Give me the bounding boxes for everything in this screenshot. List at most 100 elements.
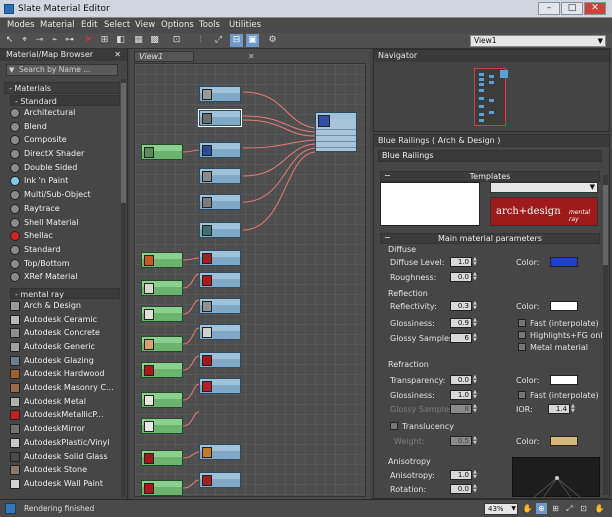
browser-item[interactable]: Architectural [4,106,120,120]
browser-item[interactable]: Autodesk Solid Glass [4,450,120,464]
spinner-arrows-icon[interactable]: ▲ ▼ [473,318,479,328]
material-node[interactable] [199,298,241,314]
layout-all-icon[interactable]: ⤢ [212,34,225,47]
map-node[interactable] [141,480,183,496]
show-background-icon[interactable]: ▦ [132,34,145,47]
menu-select[interactable]: Select [104,20,130,30]
browser-item[interactable]: Autodesk Masonry C... [4,381,120,395]
move-children-icon[interactable]: ⊞ [98,34,111,47]
select-by-material-icon[interactable]: ⚙ [266,34,279,47]
zoom-icon[interactable]: ⊕ [536,503,547,514]
material-node[interactable] [199,352,241,368]
layout-icon[interactable]: ⊡ [170,34,183,47]
refl-samples-spinner[interactable]: 6 [450,333,472,343]
browser-item[interactable]: XRef Material [4,270,120,284]
translucency-checkbox[interactable] [390,422,398,430]
browser-item[interactable]: Autodesk Hardwood [4,367,120,381]
show-map-icon[interactable]: ◧ [114,34,127,47]
browser-item[interactable]: Standard [4,243,120,257]
zoom-region-icon[interactable]: ⊞ [550,503,561,514]
map-node[interactable] [141,336,183,352]
zoom-extents-icon[interactable]: ⤢ [564,503,575,514]
diffuse-color-swatch[interactable] [550,257,578,267]
map-node[interactable] [141,450,183,466]
view-select-dropdown[interactable]: View1 ▼ [470,35,606,47]
view-tab[interactable]: View1 [134,51,194,62]
material-map-browser-icon[interactable]: ⊟ [230,34,243,47]
maximize-button[interactable]: □ [561,2,583,15]
browser-item[interactable]: Double Sided [4,161,120,175]
map-node[interactable] [141,418,183,434]
spinner-arrows-icon[interactable]: ▲ ▼ [473,257,479,267]
material-node[interactable] [199,250,241,266]
map-node[interactable] [141,252,183,268]
spinner-arrows-icon[interactable]: ▲ ▼ [473,436,479,446]
close-icon[interactable]: ✕ [114,49,121,61]
assign-material-icon[interactable]: ⌁ [48,34,61,47]
menu-view[interactable]: View [135,20,155,30]
spinner-arrows-icon[interactable]: ▲ ▼ [473,390,479,400]
scrollbar-thumb[interactable] [603,185,608,265]
browser-item[interactable]: AutodeskMetallicP... [4,408,120,422]
map-node[interactable] [141,362,183,378]
refr-fast-interp-checkbox[interactable] [518,391,526,399]
refr-color-swatch[interactable] [550,375,578,385]
close-button[interactable]: ✕ [584,2,606,15]
pick-material-icon[interactable]: ⌖ [18,34,31,47]
zoom-dropdown[interactable]: 43% ▼ [484,503,518,515]
transparency-spinner[interactable]: 0.0 [450,375,472,385]
map-node[interactable] [141,280,183,296]
put-to-scene-icon[interactable]: ⊸ [33,34,46,47]
layout-children-icon[interactable]: ⫶ [194,34,207,47]
browser-item[interactable]: AutodeskPlastic/Vinyl [4,436,120,450]
spinner-arrows-icon[interactable]: ▲ ▼ [473,404,479,414]
menu-options[interactable]: Options [161,20,194,30]
browser-item[interactable]: Ink 'n Paint [4,174,120,188]
material-node[interactable] [199,378,241,394]
material-name-field[interactable]: Blue Railings [378,150,602,162]
parameter-scrollbar[interactable] [603,175,608,495]
pan-to-selected-icon[interactable]: ✋ [594,503,605,514]
spinner-arrows-icon[interactable]: ▲ ▼ [473,333,479,343]
browser-item[interactable]: Raytrace [4,202,120,216]
spinner-arrows-icon[interactable]: ▲ ▼ [473,301,479,311]
refr-glossiness-spinner[interactable]: 1.0 [450,390,472,400]
browser-item[interactable]: Shell Material [4,216,120,230]
menu-material[interactable]: Material [40,20,75,30]
browser-item[interactable]: DirectX Shader [4,147,120,161]
diffuse-level-spinner[interactable]: 1.0 [450,257,472,267]
map-node[interactable] [141,306,183,322]
scrollbar-thumb[interactable] [121,83,126,203]
transl-color-swatch[interactable] [550,436,578,446]
root-material-node[interactable] [315,112,357,152]
browser-item[interactable]: Shellac [4,229,120,243]
spinner-arrows-icon[interactable]: ▲ ▼ [571,404,577,414]
spinner-arrows-icon[interactable]: ▲ ▼ [473,272,479,282]
menu-utilities[interactable]: Utilities [229,20,261,30]
delete-icon[interactable]: ✕ [82,34,95,47]
menu-edit[interactable]: Edit [81,20,97,30]
rotation-spinner[interactable]: 0.0 [450,484,472,494]
browser-item[interactable]: Autodesk Wall Paint [4,477,120,491]
material-node[interactable] [199,444,241,460]
menu-modes[interactable]: Modes [7,20,35,30]
material-node[interactable] [199,194,241,210]
browser-item[interactable]: Autodesk Glazing [4,354,120,368]
material-node[interactable] [199,86,241,102]
map-node[interactable] [141,144,183,160]
browser-search-input[interactable]: ▼ Search by Name ... [6,64,118,76]
weight-spinner[interactable]: 0.5 [450,436,472,446]
highlights-fg-checkbox[interactable] [518,331,526,339]
spinner-arrows-icon[interactable]: ▲ ▼ [473,470,479,480]
view-close-icon[interactable]: ✕ [248,52,255,61]
template-dropdown[interactable]: ▼ [490,182,598,193]
main-params-rollout-header[interactable]: − Main material parameters [380,233,600,244]
material-node[interactable] [199,142,241,158]
refl-color-swatch[interactable] [550,301,578,311]
group-mental-ray[interactable]: - mental ray [10,287,120,299]
browser-item[interactable]: Arch & Design [4,299,120,313]
browser-item[interactable]: Autodesk Generic [4,340,120,354]
material-node[interactable] [198,109,242,127]
spinner-arrows-icon[interactable]: ▲ ▼ [473,484,479,494]
parameter-editor-icon[interactable]: ▣ [246,34,259,47]
